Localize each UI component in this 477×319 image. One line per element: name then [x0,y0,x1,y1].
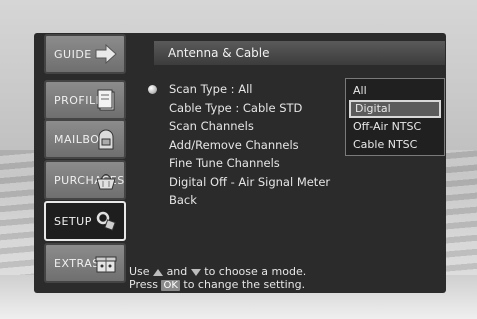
down-arrow-icon [190,268,201,276]
menu-item-cable-type[interactable]: Cable Type : Cable STD [154,99,354,118]
menu-item-signal-meter[interactable]: Digital Off - Air Signal Meter [154,173,354,192]
menu-item-back[interactable]: Back [154,191,354,210]
dropdown-option-digital[interactable]: Digital [349,100,441,118]
gift-icon [94,251,118,275]
dropdown-option-cable-ntsc[interactable]: Cable NTSC [349,136,441,154]
menu-item-label: Digital Off - Air Signal Meter [169,174,331,189]
basket-icon [94,168,118,192]
menu-item-fine-tune-channels[interactable]: Fine Tune Channels [154,154,354,173]
help-use-label: Use [129,265,150,278]
dropdown-option-all[interactable]: All [349,82,441,100]
menu-item-add-remove-channels[interactable]: Add/Remove Channels [154,136,354,155]
menu-item-label: Fine Tune Channels [169,156,280,170]
document-icon [94,88,118,112]
menu-item-label: Scan Channels [169,119,254,133]
menu-item-scan-type[interactable]: Scan Type : All [148,80,354,99]
menu-item-label: Add/Remove Channels [169,137,299,152]
menu-item-label: Scan Type : All [169,82,253,96]
setup-menu: Scan Type : All Cable Type : Cable STD S… [148,80,354,210]
up-arrow-icon [153,268,164,276]
nav-label-setup: SETUP [54,215,92,228]
nav-button-extras[interactable]: EXTRAS [44,243,126,283]
dropdown-option-off-air-ntsc[interactable]: Off-Air NTSC [349,118,441,136]
page-title-bar: Antenna & Cable [154,41,445,65]
help-and-label: and [166,265,188,278]
menu-item-label: Back [169,193,197,207]
nav-label-guide: GUIDE [54,48,92,61]
scan-type-dropdown[interactable]: All Digital Off-Air NTSC Cable NTSC [345,78,445,156]
nav-button-setup[interactable]: SETUP [44,201,126,241]
nav-button-guide[interactable]: GUIDE [44,34,126,74]
tools-icon [94,209,118,233]
nav-button-purchases[interactable]: PURCHASES [44,160,126,200]
selected-bullet-icon [148,85,157,94]
menu-item-label: Cable Type : Cable STD [169,100,303,115]
help-press-label: Press [129,278,158,291]
menu-item-scan-channels[interactable]: Scan Channels [154,117,354,136]
nav-button-mailbox[interactable]: MAILBOX [44,119,126,159]
ok-key-badge: OK [161,280,180,291]
nav-button-profiles[interactable]: PROFILES [44,80,126,120]
help-text: Use and to choose a mode. Press OK to ch… [126,262,446,292]
mailbox-icon [94,127,118,151]
nav-label-extras: EXTRAS [54,257,100,270]
help-line1-suffix: to choose a mode. [204,265,307,278]
page-title: Antenna & Cable [168,46,270,60]
help-line2-suffix: to change the setting. [183,278,306,291]
arrow-right-icon [94,42,118,66]
